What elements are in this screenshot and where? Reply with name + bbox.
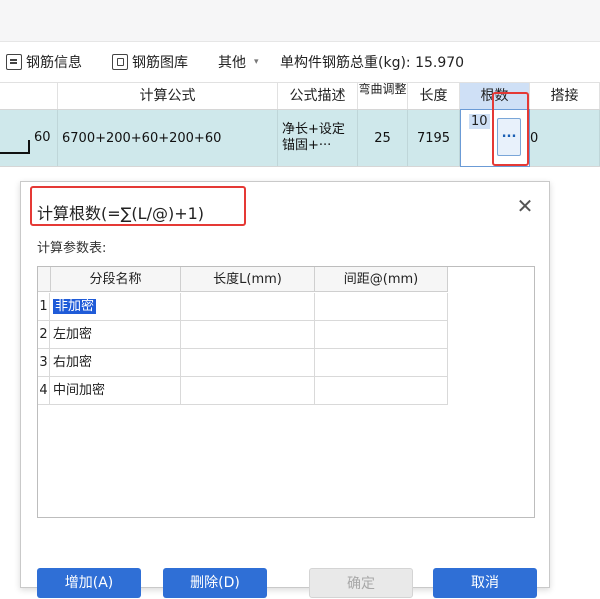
length-input-cell[interactable]: [181, 293, 315, 320]
header-length-l: 长度L(mm): [181, 267, 315, 292]
rebar-library-label: 钢筋图库: [132, 55, 188, 71]
total-weight-label: 单构件钢筋总重(kg): 15.970: [280, 55, 465, 71]
header-length: 长度: [408, 83, 460, 109]
rebar-shape-drawing: [0, 140, 30, 154]
other-label: 其他: [218, 55, 246, 71]
formula-desc-line1: 净长+设定: [282, 122, 345, 137]
delete-button[interactable]: 删除(D): [163, 568, 267, 598]
rebar-info-button[interactable]: 钢筋信息: [6, 51, 82, 73]
table-row[interactable]: 1 非加密: [38, 293, 448, 321]
calc-count-dialog: 计算根数(=∑(L/@)+1) ✕ 计算参数表: 分段名称 长度L(mm) 间距…: [20, 181, 550, 598]
other-menu-button[interactable]: 其他 ▾: [218, 51, 259, 73]
table-row[interactable]: 4 中间加密: [38, 377, 448, 405]
spacing-input-cell[interactable]: [315, 349, 448, 376]
library-icon: [112, 54, 128, 70]
length-input-cell[interactable]: [181, 349, 315, 376]
header-shape: [0, 83, 58, 109]
table-row[interactable]: 2 左加密: [38, 321, 448, 349]
formula-desc-line2: 锚固+···: [282, 138, 332, 153]
row-index: 4: [38, 377, 50, 404]
segment-name-cell[interactable]: 右加密: [51, 349, 181, 376]
header-segment-name: 分段名称: [51, 267, 181, 292]
segment-name-cell[interactable]: 中间加密: [51, 377, 181, 404]
header-spacing: 间距@(mm): [315, 267, 448, 292]
confirm-button[interactable]: 确定: [309, 568, 413, 598]
rebar-library-button[interactable]: 钢筋图库: [112, 51, 188, 73]
spacing-input-cell[interactable]: [315, 321, 448, 348]
lap-cell[interactable]: 0: [530, 110, 600, 166]
bend-cell[interactable]: 25: [358, 110, 408, 166]
caret-down-icon: ▾: [254, 57, 259, 67]
header-lap: 搭接: [530, 83, 600, 109]
segment-name-cell[interactable]: 左加密: [51, 321, 181, 348]
table-row[interactable]: 3 右加密: [38, 349, 448, 377]
header-bend-adjust: 弯曲调整: [358, 83, 408, 109]
header-index: [38, 267, 51, 292]
segment-name: 非加密: [53, 299, 97, 314]
param-table-label: 计算参数表:: [37, 241, 107, 256]
count-value: 10: [469, 114, 490, 129]
spacing-input-cell[interactable]: [315, 377, 448, 404]
formula-desc-cell[interactable]: 净长+设定 锚固+···: [278, 110, 358, 166]
row-index: 3: [38, 349, 50, 376]
highlight-box-ellipsis: [492, 92, 529, 166]
shape-cell: 60: [0, 110, 58, 166]
segment-name-cell[interactable]: 非加密: [51, 293, 181, 320]
toolbar: 钢筋信息 钢筋图库 其他 ▾ 单构件钢筋总重(kg): 15.970: [0, 45, 600, 79]
param-table: 分段名称 长度L(mm) 间距@(mm) 1 非加密 2 左加密 3 右加密 4…: [37, 266, 535, 518]
header-formula: 计算公式: [58, 83, 278, 109]
header-formula-desc: 公式描述: [278, 83, 358, 109]
cancel-button[interactable]: 取消: [433, 568, 537, 598]
highlight-box-title: [30, 186, 246, 226]
length-cell[interactable]: 7195: [408, 110, 460, 166]
top-blank-band: [0, 0, 600, 42]
close-icon[interactable]: ✕: [515, 196, 535, 216]
length-input-cell[interactable]: [181, 321, 315, 348]
formula-cell[interactable]: 6700+200+60+200+60: [58, 110, 278, 166]
shape-value: 60: [34, 130, 51, 145]
total-weight-text: 单构件钢筋总重(kg): 15.970: [280, 51, 464, 73]
row-index: 1: [38, 293, 50, 320]
spacing-input-cell[interactable]: [315, 293, 448, 320]
row-index: 2: [38, 321, 50, 348]
add-button[interactable]: 增加(A): [37, 568, 141, 598]
rebar-info-label: 钢筋信息: [26, 55, 82, 71]
length-input-cell[interactable]: [181, 377, 315, 404]
list-icon: [6, 54, 22, 70]
